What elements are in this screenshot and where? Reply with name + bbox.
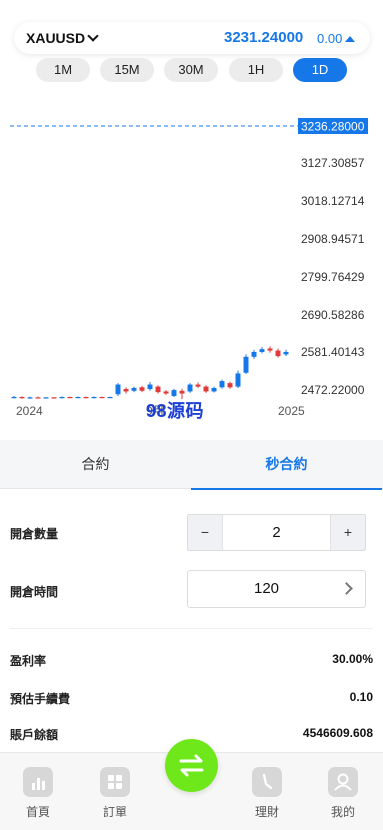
y-tick-label: 2690.58286 xyxy=(301,308,365,322)
candle-up xyxy=(283,351,289,355)
chart-panel: XAUUSD 3231.24000 0.00 1M 15M 30M 1H 1D … xyxy=(0,0,383,440)
candle-down xyxy=(203,386,209,392)
nav-orders[interactable]: 訂單 xyxy=(85,767,145,820)
candle-up xyxy=(75,397,81,399)
profit-rate-label: 盈利率 xyxy=(10,654,47,668)
time-value: 120 xyxy=(253,580,280,597)
candle-down xyxy=(163,391,169,394)
nav-home-label: 首頁 xyxy=(25,805,50,819)
candle-up xyxy=(211,387,217,392)
timeframe-selector: 1M 15M 30M 1H 1D xyxy=(36,58,356,82)
symbol-label: XAUUSD xyxy=(26,30,86,46)
candles-group xyxy=(11,346,289,400)
candle-down xyxy=(35,397,41,399)
candle-up xyxy=(11,397,17,399)
candle-down xyxy=(83,397,89,399)
grid-icon xyxy=(100,767,130,797)
trade-fab-button[interactable] xyxy=(165,739,218,792)
candle-down xyxy=(227,383,233,388)
candle-up xyxy=(259,349,265,352)
candle-down xyxy=(155,386,161,393)
candle-up xyxy=(43,397,49,399)
candle-up xyxy=(219,381,225,388)
trade-type-tabs: 合約 秒合約 xyxy=(0,440,383,490)
candle-down xyxy=(19,397,25,399)
candle-up xyxy=(27,397,33,399)
symbol-bar: XAUUSD 3231.24000 0.00 xyxy=(14,22,370,54)
tab-second-contract[interactable]: 秒合約 xyxy=(191,440,382,490)
candle-up xyxy=(131,387,137,391)
timeframe-1d[interactable]: 1D xyxy=(293,58,347,82)
y-tick-label: 3127.30857 xyxy=(301,156,365,170)
quantity-input[interactable]: 2 xyxy=(224,515,329,550)
candle-down xyxy=(195,384,201,387)
nav-orders-label: 訂單 xyxy=(102,805,127,819)
candle-up xyxy=(59,397,65,399)
increment-button[interactable]: + xyxy=(330,515,365,550)
y-tick-label: 2799.76429 xyxy=(301,270,365,284)
candle-down xyxy=(275,350,281,357)
x-tick-label: 2024 xyxy=(16,404,43,418)
candle-down xyxy=(67,397,73,399)
decrement-button[interactable]: − xyxy=(188,515,223,550)
candle-up xyxy=(115,384,121,395)
bar-chart-icon xyxy=(23,767,53,797)
candle-up xyxy=(235,373,241,387)
fee-value: 0.10 xyxy=(349,690,373,704)
finance-icon xyxy=(252,767,282,797)
candle-down xyxy=(267,348,273,351)
watermark-text: 98源码 xyxy=(146,401,205,421)
divider xyxy=(10,628,373,629)
y-tick-label: 3018.12714 xyxy=(301,194,365,208)
nav-home[interactable]: 首頁 xyxy=(8,767,68,820)
candle-up xyxy=(91,397,97,399)
candle-up xyxy=(107,397,113,399)
time-label: 開倉時間 xyxy=(10,585,59,599)
candle-down xyxy=(99,397,105,399)
y-tick-label: 2908.94571 xyxy=(301,232,365,246)
candle-up xyxy=(147,384,153,390)
nav-mine-label: 我的 xyxy=(330,805,355,819)
candle-down xyxy=(51,397,57,399)
balance-label: 賬戶餘額 xyxy=(10,728,59,742)
time-selector[interactable]: 120 xyxy=(187,570,366,608)
timeframe-30m[interactable]: 30M xyxy=(164,58,218,82)
y-tick-label: 2472.22000 xyxy=(301,383,365,397)
x-tick-label: 2025 xyxy=(278,404,305,418)
nav-mine[interactable]: 我的 xyxy=(313,767,373,820)
quantity-stepper: − 2 + xyxy=(187,514,366,551)
fee-label: 預估手續費 xyxy=(10,692,71,706)
quantity-label: 開倉數量 xyxy=(10,527,59,541)
candle-up xyxy=(251,351,257,357)
balance-value: 4546609.608 xyxy=(302,726,373,740)
candlestick-chart[interactable]: 3236.28000 3127.30857 3018.12714 2908.94… xyxy=(0,90,383,430)
symbol-selector[interactable]: XAUUSD xyxy=(26,30,99,46)
candle-down xyxy=(179,390,185,394)
candle-up xyxy=(243,356,249,373)
triangle-up-icon xyxy=(345,36,356,42)
chevron-down-icon xyxy=(87,30,99,42)
price-change: 0.00 xyxy=(317,31,356,46)
swap-icon xyxy=(179,754,204,777)
timeframe-1h[interactable]: 1H xyxy=(229,58,283,82)
candle-up xyxy=(187,384,193,392)
profit-rate-value: 30.00% xyxy=(332,652,373,666)
tab-contract[interactable]: 合約 xyxy=(0,440,191,489)
candle-up xyxy=(171,390,177,396)
y-tick-label: 2581.40143 xyxy=(301,345,365,359)
timeframe-15m[interactable]: 15M xyxy=(100,58,154,82)
timeframe-1m[interactable]: 1M xyxy=(36,58,90,82)
candle-down xyxy=(123,389,129,392)
nav-finance-label: 理財 xyxy=(254,805,279,819)
candle-down xyxy=(139,387,145,391)
current-price-tag-label: 3236.28000 xyxy=(301,120,365,134)
price-change-value: 0.00 xyxy=(317,31,343,46)
nav-finance[interactable]: 理財 xyxy=(237,767,297,820)
current-price: 3231.24000 xyxy=(224,29,304,46)
user-icon xyxy=(328,767,358,797)
